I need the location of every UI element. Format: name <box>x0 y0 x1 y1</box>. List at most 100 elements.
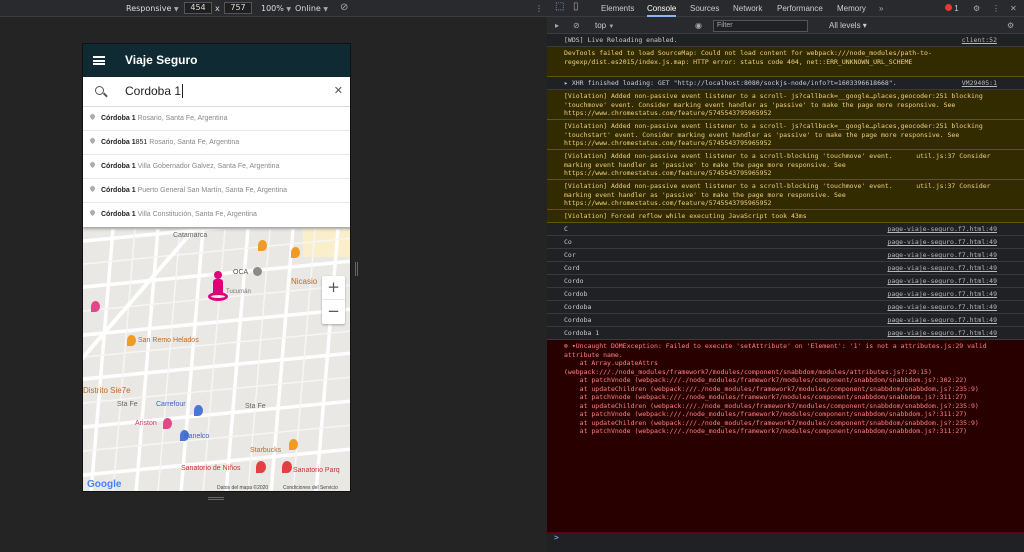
console-message-text: [Violation] Added non-passive event list… <box>564 122 987 147</box>
console-source-link[interactable]: page-viaje-seguro.f7.html:49 <box>887 264 997 273</box>
tab-console[interactable]: Console <box>647 4 677 17</box>
console-message[interactable]: Cordoba 1 page-viaje-seguro.f7.html:49 <box>547 327 1024 340</box>
resize-handle-bottom[interactable] <box>208 497 224 500</box>
google-logo: Google <box>87 479 122 490</box>
console-message[interactable]: ⊗ ▾Uncaught DOMException: Failed to exec… <box>547 340 1024 533</box>
zoom-select[interactable]: 100% ▼ <box>261 4 291 13</box>
poi-label-ariston: Ariston <box>135 420 157 427</box>
console-source-link[interactable]: page-viaje-seguro.f7.html:49 <box>887 238 997 247</box>
suggestion-match: Córdoba 1 <box>101 163 136 170</box>
network-select[interactable]: Online ▼ <box>295 4 328 13</box>
poi-label-sanatorio-ninos: Sanatorio de Niños <box>181 465 241 472</box>
autocomplete-item[interactable]: Córdoba 1 Villa Gobernador Galvez, Santa… <box>83 155 350 179</box>
console-source-link[interactable]: page-viaje-seguro.f7.html:49 <box>887 316 997 325</box>
console-source-link[interactable]: page-viaje-seguro.f7.html:49 <box>887 251 997 260</box>
width-input[interactable]: 454 <box>184 2 212 14</box>
device-mode-select[interactable]: Responsive ▼ <box>126 4 179 13</box>
more-options-icon[interactable]: ⋮ <box>992 4 1000 13</box>
console-source-link[interactable]: VM29405:1 <box>962 79 997 88</box>
console-message[interactable]: Cordo page-viaje-seguro.f7.html:49 <box>547 275 1024 288</box>
suggestion-secondary: Puerto General San Martín, Santa Fe, Arg… <box>135 187 287 194</box>
console-source-link[interactable]: page-viaje-seguro.f7.html:49 <box>887 277 997 286</box>
user-location-icon <box>205 269 231 301</box>
map-data-credit[interactable]: Datos del mapa ©2020 <box>217 485 268 491</box>
console-message-text: Cordo <box>564 277 584 285</box>
console-message[interactable]: Cord page-viaje-seguro.f7.html:49 <box>547 262 1024 275</box>
zoom-in-button[interactable]: + <box>322 276 345 300</box>
console-message[interactable]: Cpage-viaje-seguro.f7.html:49 <box>547 223 1024 236</box>
error-counter[interactable]: 1 <box>945 4 959 13</box>
clear-search-icon[interactable]: ✕ <box>334 84 343 97</box>
app-navbar: Viaje Seguro <box>83 44 350 77</box>
console-source-link[interactable]: page-viaje-seguro.f7.html:49 <box>887 303 997 312</box>
poi-label-distrito-sie7e: Distrito Sie7e <box>83 386 131 395</box>
phone-viewport: Viaje Seguro Cordoba 1 ✕ Catamarca OCA N… <box>82 43 351 492</box>
rotate-icon[interactable]: ⊘ <box>340 2 348 13</box>
tab-performance[interactable]: Performance <box>777 4 823 13</box>
settings-gear-icon[interactable]: ⚙ <box>973 4 980 13</box>
dimension-separator: x <box>215 4 220 13</box>
error-count: 1 <box>954 4 959 13</box>
autocomplete-item[interactable]: Córdoba 1 Rosario, Santa Fe, Argentina <box>83 107 350 131</box>
console-message[interactable]: Co page-viaje-seguro.f7.html:49 <box>547 236 1024 249</box>
console-message[interactable]: Cordoba page-viaje-seguro.f7.html:49 <box>547 314 1024 327</box>
console-prompt[interactable]: > <box>554 533 559 542</box>
poi-marker-icon <box>253 267 262 276</box>
terms-of-service-link[interactable]: Condiciones del Servicio <box>283 485 338 491</box>
height-input[interactable]: 757 <box>224 2 252 14</box>
hospital-marker-icon <box>282 461 292 473</box>
console-message-text: [Violation] Added non-passive event list… <box>564 152 995 177</box>
console-settings-icon[interactable]: ⚙ <box>1007 21 1014 30</box>
devtools-tabbar: ⬚ ▯ Elements Console Sources Network Per… <box>547 0 1024 17</box>
log-levels-select[interactable]: All levels ▾ <box>829 21 867 30</box>
console-message[interactable]: [WDS] Live Reloading enabled. client:52 <box>547 34 1024 47</box>
more-tabs-icon[interactable]: » <box>879 4 883 13</box>
console-source-link[interactable]: page-viaje-seguro.f7.html:49 <box>887 329 997 338</box>
sidebar-toggle-icon[interactable]: ▸ <box>555 21 559 30</box>
resize-handle-right[interactable] <box>355 262 358 276</box>
autocomplete-item[interactable]: Córdoba 1851 Rosario, Santa Fe, Argentin… <box>83 131 350 155</box>
console-message[interactable]: [Violation] Added non-passive event list… <box>547 120 1024 150</box>
console-filter-input[interactable]: Filter <box>713 20 808 32</box>
location-pin-icon <box>88 160 97 169</box>
suggestion-match: Córdoba 1 <box>101 115 136 122</box>
console-message[interactable]: [Violation] Added non-passive event list… <box>547 180 1024 210</box>
search-input[interactable]: Cordoba 1 <box>125 84 184 98</box>
poi-label-carrefour: Carrefour <box>156 401 186 408</box>
hamburger-menu-icon[interactable] <box>93 56 105 65</box>
console-message[interactable]: [Violation] Added non-passive event list… <box>547 90 1024 120</box>
suggestion-match: Córdoba 1 <box>101 211 136 218</box>
eye-icon[interactable]: ◉ <box>695 21 702 30</box>
autocomplete-item[interactable]: Córdoba 1 Puerto General San Martín, San… <box>83 179 350 203</box>
store-marker-icon <box>194 405 203 416</box>
console-source-link[interactable]: page-viaje-seguro.f7.html:49 <box>887 225 997 234</box>
map[interactable]: Catamarca OCA Nicasio Tucumán San Remo H… <box>83 229 350 491</box>
zoom-out-button[interactable]: − <box>322 300 345 324</box>
inspect-element-icon[interactable]: ⬚ <box>555 1 564 12</box>
device-toggle-icon[interactable]: ▯ <box>573 1 579 12</box>
context-select[interactable]: top ▼ <box>595 21 614 30</box>
shop-marker-icon <box>91 301 100 312</box>
text-cursor <box>182 84 184 98</box>
suggestion-secondary: Rosario, Santa Fe, Argentina <box>135 115 228 122</box>
console-source-link[interactable]: client:52 <box>962 36 997 45</box>
console-message[interactable]: Cordob page-viaje-seguro.f7.html:49 <box>547 288 1024 301</box>
search-icon <box>95 86 104 95</box>
console-message[interactable]: Cor page-viaje-seguro.f7.html:49 <box>547 249 1024 262</box>
tab-sources[interactable]: Sources <box>690 4 719 13</box>
more-options-icon[interactable]: ⋮ <box>535 4 543 13</box>
console-message-text: C <box>564 225 568 233</box>
close-devtools-icon[interactable]: ✕ <box>1010 4 1017 13</box>
console-source-link[interactable]: page-viaje-seguro.f7.html:49 <box>887 290 997 299</box>
console-message[interactable]: Cordoba page-viaje-seguro.f7.html:49 <box>547 301 1024 314</box>
console-message[interactable]: [Violation] Forced reflow while executin… <box>547 210 1024 223</box>
tab-memory[interactable]: Memory <box>837 4 866 13</box>
console-message[interactable]: [Violation] Added non-passive event list… <box>547 150 1024 180</box>
tab-network[interactable]: Network <box>733 4 762 13</box>
tab-elements[interactable]: Elements <box>601 4 634 13</box>
autocomplete-item[interactable]: Córdoba 1 Villa Constitución, Santa Fe, … <box>83 203 350 227</box>
clear-console-icon[interactable]: ⊘ <box>573 21 580 30</box>
network-label: Online <box>295 4 321 13</box>
console-message[interactable]: ▸ XHR finished loading: GET "http://loca… <box>547 77 1024 90</box>
console-message[interactable]: DevTools failed to load SourceMap: Could… <box>547 47 1024 77</box>
